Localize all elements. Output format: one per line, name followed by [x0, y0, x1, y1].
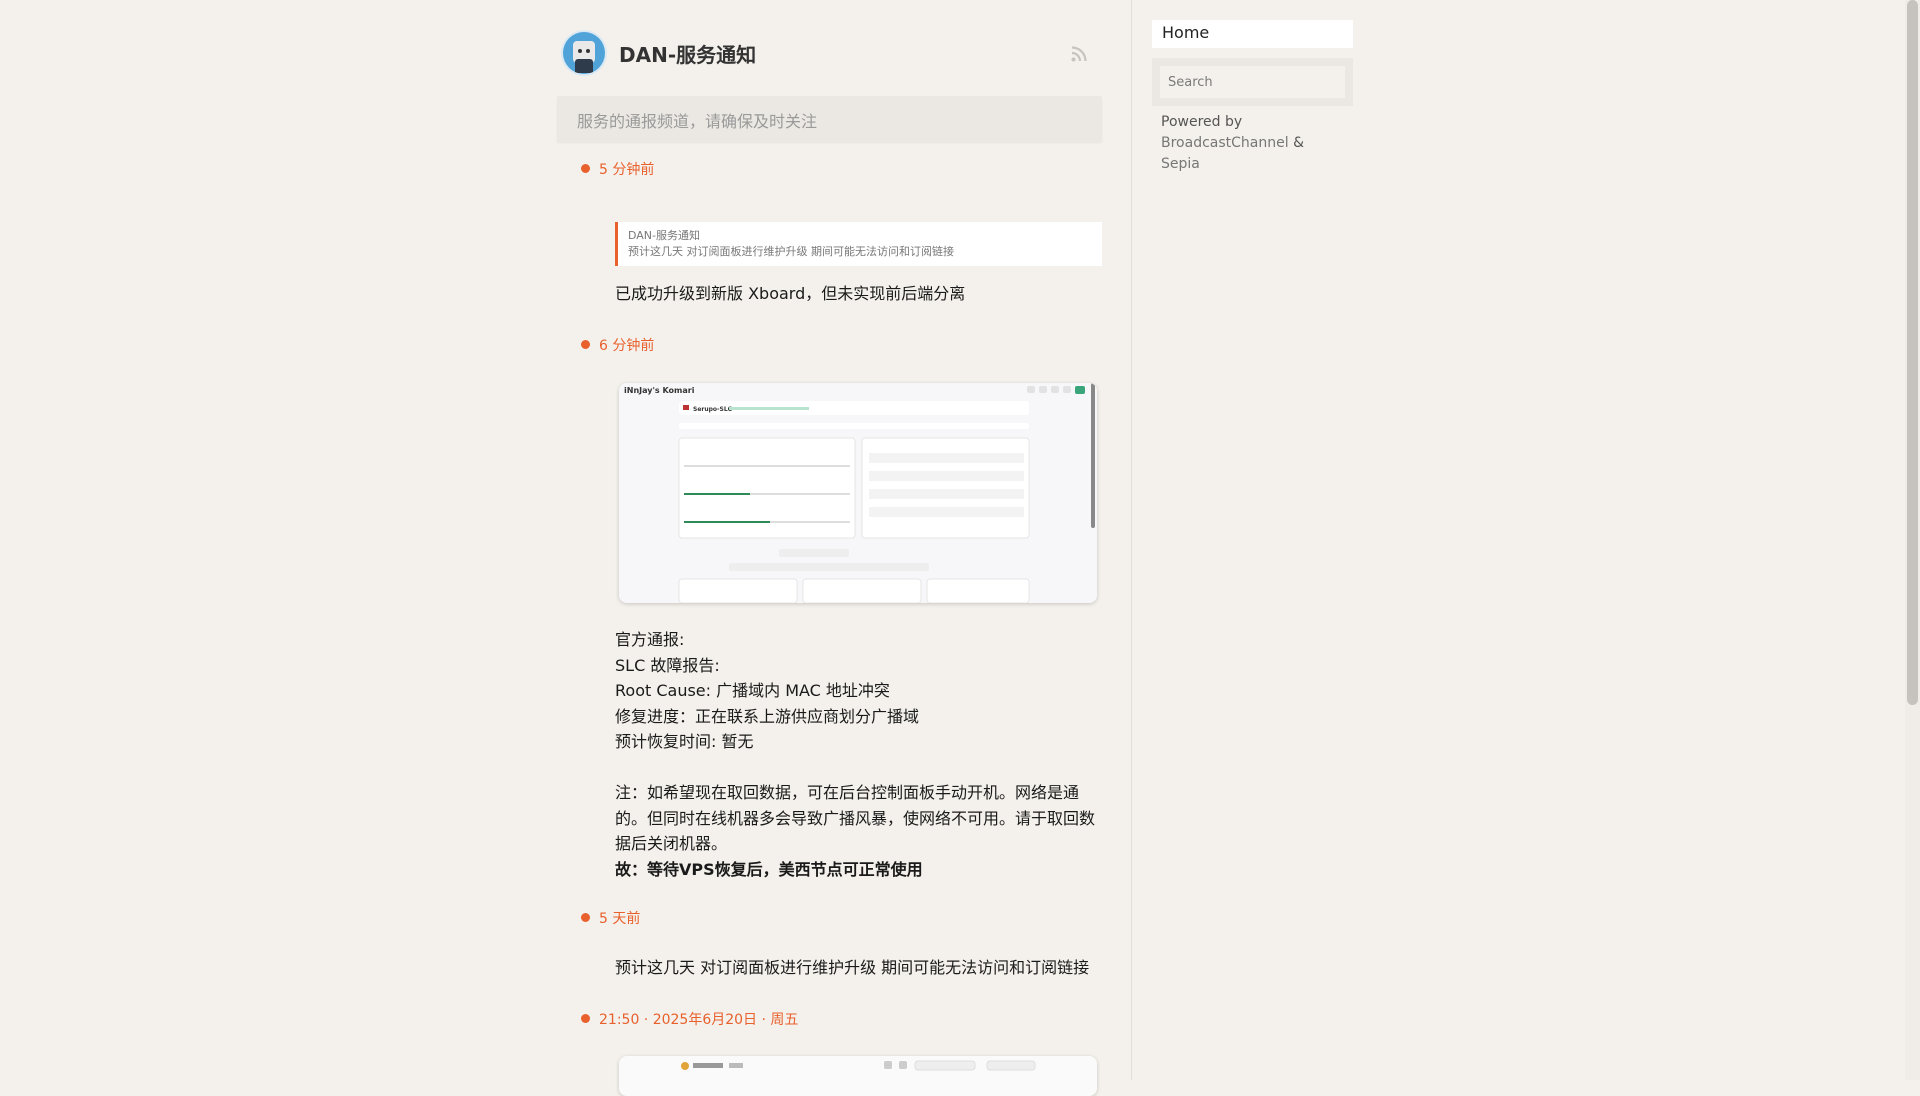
- post-time[interactable]: 6 分钟前: [599, 335, 654, 355]
- post-image[interactable]: iNnJay's Komari Serupo-SLC: [619, 383, 1097, 603]
- timeline-dot: [581, 913, 590, 922]
- scrollbar[interactable]: [1905, 0, 1920, 1080]
- post-time[interactable]: 5 天前: [599, 908, 640, 928]
- search-box: [1152, 58, 1353, 106]
- screenshot-server: Serupo-SLC: [693, 406, 733, 413]
- scrollbar-thumb[interactable]: [1907, 0, 1918, 705]
- post-line: SLC 故障报告:: [615, 655, 720, 675]
- search-input[interactable]: [1160, 66, 1345, 98]
- sepia-link[interactable]: Sepia: [1161, 156, 1200, 172]
- post-time[interactable]: 5 分钟前: [599, 159, 654, 179]
- post-text: 已成功升级到新版 Xboard，但未实现前后端分离: [615, 284, 966, 303]
- timeline-dot: [581, 340, 590, 349]
- post-time[interactable]: 21:50 · 2025年6月20日 · 周五: [599, 1009, 798, 1029]
- channel-title[interactable]: DAN-服务通知: [619, 39, 756, 68]
- reply-quote[interactable]: DAN-服务通知 预计这几天 对订阅面板进行维护升级 期间可能无法访问和订阅链接: [615, 222, 1102, 266]
- screenshot-brand: iNnJay's Komari: [624, 386, 695, 395]
- channel-description: 服务的通报频道，请确保及时关注: [557, 96, 1102, 142]
- reply-author: DAN-服务通知: [628, 229, 700, 242]
- post-line: 修复进度：正在联系上游供应商划分广播域: [615, 706, 920, 726]
- post-text: 预计这几天 对订阅面板进行维护升级 期间可能无法访问和订阅链接: [615, 958, 1090, 977]
- rss-icon[interactable]: [1070, 45, 1088, 63]
- timeline-dot: [581, 1014, 590, 1023]
- column-divider: [1131, 0, 1132, 1080]
- post-line: 官方通报:: [615, 630, 685, 649]
- post-line: [615, 755, 1102, 781]
- post-line: Root Cause: 广播域内 MAC 地址冲突: [615, 681, 890, 700]
- timeline-dot: [581, 164, 590, 173]
- post-line: 预计恢复时间: 暂无: [615, 732, 754, 751]
- broadcastchannel-link[interactable]: BroadcastChannel: [1161, 135, 1289, 151]
- dashboard-screenshot: iNnJay's Komari Serupo-SLC: [619, 383, 1097, 603]
- avatar[interactable]: [563, 32, 605, 74]
- channel-header: DAN-服务通知: [557, 30, 1102, 76]
- powered-prefix: Powered by: [1161, 114, 1243, 130]
- post-bold-line: 故：等待VPS恢复后，美西节点可正常使用: [615, 859, 923, 879]
- screenshot-preview: [619, 1056, 1097, 1096]
- post-line: 注：如希望现在取回数据，可在后台控制面板手动开机。网络是通的。但同时在线机器多会…: [615, 783, 1096, 853]
- powered-by: Powered by BroadcastChannel & Sepia: [1161, 112, 1346, 175]
- powered-amp: &: [1288, 135, 1304, 151]
- reply-text: 预计这几天 对订阅面板进行维护升级 期间可能无法访问和订阅链接: [628, 245, 954, 258]
- home-link[interactable]: Home: [1152, 20, 1353, 48]
- post-image[interactable]: [619, 1056, 1097, 1096]
- post-text-block: 官方通报: SLC 故障报告: Root Cause: 广播域内 MAC 地址冲…: [615, 627, 1102, 882]
